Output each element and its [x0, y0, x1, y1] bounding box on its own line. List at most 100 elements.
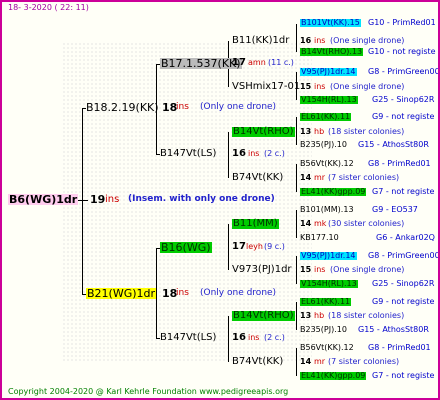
- g4-breeder-tag: G25 - Sinop62R: [372, 279, 435, 288]
- root-mating-type: ins: [105, 194, 120, 205]
- g2-queen[interactable]: B16(WG): [160, 242, 212, 253]
- g4-breeder-tag: G6 - Ankar02Q: [376, 233, 435, 242]
- connector: [228, 316, 229, 362]
- g4-breeder-tag: G9 - not registe: [372, 297, 435, 306]
- g4-breeder-tag: G9 - EO537: [372, 205, 418, 214]
- g4-queen[interactable]: KB177.10: [300, 234, 339, 242]
- connector: [296, 256, 297, 284]
- g4-queen[interactable]: EL41(KK)gpp.09: [300, 188, 367, 196]
- g3-queen[interactable]: B14Vt(RHO): [232, 127, 295, 137]
- connector: [156, 248, 157, 338]
- g3-queen[interactable]: B11(MM): [232, 219, 279, 229]
- g4-queen[interactable]: B56Vt(KK).12: [300, 160, 354, 168]
- g3-queen[interactable]: VSHmix17-01: [232, 82, 300, 92]
- g4-queen[interactable]: B56Vt(KK).12: [300, 344, 354, 352]
- g3-queen[interactable]: B11(KK)1dr: [232, 36, 289, 46]
- g4-queen[interactable]: V154H(RL).13: [300, 96, 358, 104]
- g3-note: (7 sister colonies): [328, 173, 400, 182]
- g3-note: (7 sister colonies): [328, 357, 400, 366]
- g4-queen[interactable]: B101Vt(KK).15: [300, 19, 361, 27]
- connector: [296, 24, 297, 52]
- g3-year: 13: [300, 311, 312, 320]
- g4-queen[interactable]: B101(MM).13: [300, 206, 354, 214]
- g3-queen[interactable]: B74Vt(KK): [232, 357, 283, 367]
- g4-queen[interactable]: EL41(KK)gpp.09: [300, 372, 367, 380]
- g3-queen[interactable]: B74Vt(KK): [232, 173, 283, 183]
- g1-queen[interactable]: B18.2.19(KK): [86, 102, 159, 113]
- g2-mating-type: ins: [248, 333, 260, 342]
- g3-mating-type: ins: [314, 265, 326, 274]
- g1-note: (Only one drone): [200, 288, 277, 298]
- g2-queen[interactable]: B17.1.537(KK): [160, 58, 242, 69]
- g4-queen[interactable]: V95(PJ)1dr.14: [300, 252, 357, 260]
- g2-note: (9 c.): [264, 242, 285, 251]
- connector: [296, 348, 297, 376]
- g1-mating-type: ins: [176, 288, 189, 298]
- connector: [296, 117, 297, 145]
- g2-mating-type: ins: [248, 149, 260, 158]
- root-note: (Insem. with only one drone): [128, 194, 275, 204]
- g4-queen[interactable]: EL61(KK).11: [300, 298, 352, 306]
- g3-mating-type: ins: [314, 82, 326, 91]
- g3-note: (One single drone): [330, 36, 405, 45]
- g3-mating-type: mr: [314, 173, 326, 182]
- g4-breeder-tag: G7 - not registe: [372, 371, 435, 380]
- g3-mating-type: hb: [314, 311, 325, 320]
- g2-year: 17: [232, 241, 246, 252]
- g4-breeder-tag: G10 - not registe: [368, 47, 436, 56]
- g3-queen[interactable]: B14Vt(RHO): [232, 311, 295, 321]
- g4-breeder-tag: G25 - Sinop62R: [372, 95, 435, 104]
- g2-note: (2 c.): [264, 149, 285, 158]
- connector: [296, 302, 297, 330]
- g2-mating-type: leyh: [246, 242, 263, 251]
- g1-queen[interactable]: B21(WG)1dr: [86, 288, 157, 299]
- g2-mating-type: amn: [248, 58, 266, 67]
- connector: [78, 200, 88, 201]
- connector: [82, 108, 83, 294]
- copyright-footer: Copyright 2004-2020 @ Karl Kehrle Founda…: [8, 387, 289, 396]
- g4-breeder-tag: G8 - PrimGreen00: [368, 251, 440, 260]
- g4-breeder-tag: G9 - not registe: [372, 112, 435, 121]
- g4-queen[interactable]: B235(PJ).10: [300, 141, 347, 149]
- g4-queen[interactable]: EL61(KK).11: [300, 113, 352, 121]
- g2-queen[interactable]: B147Vt(LS): [160, 149, 216, 159]
- connector: [228, 224, 229, 270]
- g4-queen[interactable]: V95(PJ)1dr.14: [300, 68, 357, 76]
- g4-queen[interactable]: B235(PJ).10: [300, 326, 347, 334]
- g2-queen[interactable]: B147Vt(LS): [160, 333, 216, 343]
- g4-breeder-tag: G10 - PrimRed01: [368, 18, 436, 27]
- g3-mating-type: hb: [314, 127, 325, 136]
- g3-note: (18 sister colonies): [328, 127, 405, 136]
- g1-mating-type: ins: [176, 102, 189, 112]
- g4-breeder-tag: G7 - not registe: [372, 187, 435, 196]
- g2-note: (2 c.): [264, 333, 285, 342]
- g3-year: 13: [300, 127, 312, 136]
- g2-year: 17: [232, 57, 246, 68]
- g3-mating-type: mk: [314, 219, 327, 228]
- g3-year: 15: [300, 82, 312, 91]
- root-year: 19: [90, 193, 106, 206]
- g2-year: 16: [232, 332, 246, 343]
- g3-mating-type: ins: [314, 36, 326, 45]
- g4-breeder-tag: G15 - AthosSt80R: [358, 140, 429, 149]
- g4-breeder-tag: G8 - PrimRed01: [368, 159, 431, 168]
- g1-note: (Only one drone): [200, 102, 277, 112]
- g3-year: 14: [300, 219, 312, 228]
- g4-queen[interactable]: V154H(RL).13: [300, 280, 358, 288]
- g2-year: 16: [232, 148, 246, 159]
- report-date: 18- 3-2020 ( 22: 11): [8, 3, 89, 12]
- g4-queen[interactable]: B14Vt(RHO).13: [300, 48, 364, 56]
- g3-note: (One single drone): [330, 265, 405, 274]
- pedigree-frame: 18- 3-2020 ( 22: 11) B6(WG)1dr 19 ins (I…: [0, 0, 440, 400]
- g2-note: (11 c.): [268, 58, 294, 67]
- g3-queen[interactable]: V973(PJ)1dr: [232, 265, 292, 275]
- connector: [296, 210, 297, 238]
- g4-breeder-tag: G8 - PrimRed01: [368, 343, 431, 352]
- connector: [228, 132, 229, 178]
- g3-mating-type: mr: [314, 357, 326, 366]
- g4-breeder-tag: G15 - AthosSt80R: [358, 325, 429, 334]
- g3-note: (30 sister colonies): [328, 219, 405, 228]
- g3-note: (18 sister colonies): [328, 311, 405, 320]
- g3-year: 15: [300, 265, 312, 274]
- root-queen[interactable]: B6(WG)1dr: [8, 194, 79, 205]
